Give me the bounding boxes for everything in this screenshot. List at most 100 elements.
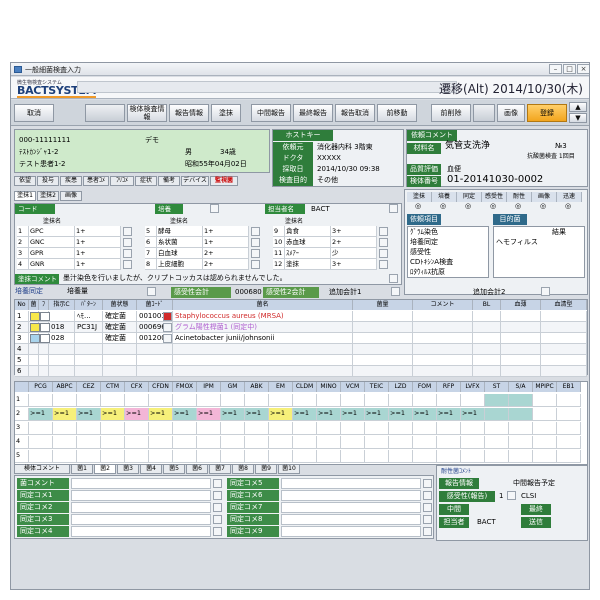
culture-cell[interactable] [473, 322, 501, 333]
smear-lookup-button[interactable] [379, 249, 388, 258]
close-button[interactable]: × [577, 64, 589, 74]
sens-cell[interactable] [245, 436, 269, 449]
code-lookup-button[interactable] [210, 204, 219, 213]
smear-lookup-button[interactable] [251, 260, 260, 269]
tab-free-comment[interactable]: ﾌﾘｺﾒ [110, 176, 134, 186]
sens-cell[interactable] [485, 422, 509, 435]
sens-cell[interactable] [29, 450, 53, 463]
sens-cell[interactable] [365, 436, 389, 449]
culture-cell[interactable] [29, 366, 39, 377]
smear-lookup-button[interactable] [251, 238, 260, 247]
smear-cell-value[interactable]: 少 [331, 248, 377, 259]
sens-cell[interactable] [461, 422, 485, 435]
culture-cell[interactable] [473, 311, 501, 322]
smear-cell-value[interactable]: 3+ [331, 259, 377, 270]
culture-cell[interactable] [49, 355, 75, 366]
culture-cell[interactable] [501, 344, 541, 355]
smear-comment[interactable]: 墨汁染色を行いましたが、クリプトコッカスは認められませんでした。 [63, 274, 287, 283]
sens-cell[interactable]: >=1 [269, 408, 293, 421]
sens-cell[interactable]: >=1 [53, 408, 77, 421]
tab-smear1[interactable]: 塗抹1 [14, 191, 36, 201]
sens-cell[interactable] [533, 408, 557, 421]
bottom-tab[interactable]: 菌7 [209, 464, 231, 474]
image-button[interactable]: 画像 [497, 104, 525, 122]
sens-cell[interactable]: >=1 [77, 408, 101, 421]
sens-cell[interactable] [197, 436, 221, 449]
sens-cell[interactable]: >=1 [221, 408, 245, 421]
culture-cell[interactable] [501, 366, 541, 377]
culture-cell[interactable] [413, 311, 473, 322]
sens-cell[interactable] [29, 422, 53, 435]
culture-cell[interactable] [541, 311, 587, 322]
sens-cell[interactable] [365, 450, 389, 463]
sens-cell[interactable] [557, 394, 581, 407]
sens-cell[interactable] [221, 422, 245, 435]
smear-lookup-button[interactable] [379, 227, 388, 236]
smear-cell-value[interactable]: 3+ [331, 226, 377, 237]
colony-color-swatch[interactable] [40, 334, 50, 343]
sens-cell[interactable] [29, 394, 53, 407]
culture-cell[interactable] [29, 355, 39, 366]
sens-cell[interactable]: >=1 [413, 408, 437, 421]
sens-cell[interactable] [245, 394, 269, 407]
comment-field[interactable] [281, 478, 421, 489]
report-info-button[interactable]: 報告情報 [169, 104, 209, 122]
sens-cell[interactable] [557, 422, 581, 435]
culture-cell[interactable] [541, 333, 587, 344]
sens-cell[interactable] [509, 394, 533, 407]
culture-cell[interactable] [39, 355, 49, 366]
sens-cell[interactable] [485, 394, 509, 407]
culture-cell[interactable] [413, 344, 473, 355]
culture-cell[interactable] [103, 355, 137, 366]
bottom-tab[interactable]: 検体コメント [14, 464, 70, 474]
comment-field[interactable] [281, 490, 421, 501]
sens-cell[interactable] [293, 394, 317, 407]
sens-cell[interactable] [293, 450, 317, 463]
sens-cell[interactable] [485, 436, 509, 449]
comment-field[interactable] [71, 478, 211, 489]
sens-cell[interactable]: >=1 [101, 408, 125, 421]
sens-cell[interactable] [485, 408, 509, 421]
final-report-button[interactable]: 最終報告 [293, 104, 333, 122]
sens-cell[interactable] [413, 436, 437, 449]
cancel-button[interactable]: 取消 [14, 104, 54, 122]
sens-cell[interactable]: >=1 [389, 408, 413, 421]
tab-device[interactable]: デバイス [181, 176, 209, 186]
sens-cell[interactable] [221, 450, 245, 463]
culture-cell[interactable] [49, 311, 75, 322]
sens-cell[interactable] [269, 450, 293, 463]
sens-cell[interactable] [341, 422, 365, 435]
sens-cell[interactable] [461, 436, 485, 449]
sens-cell[interactable] [533, 436, 557, 449]
smear-lookup-button[interactable] [123, 260, 132, 269]
culture-cell[interactable] [39, 344, 49, 355]
culture-cell[interactable] [103, 344, 137, 355]
culture-cell[interactable] [75, 344, 103, 355]
comment-lookup-button[interactable] [213, 479, 222, 488]
smear-cell-value[interactable]: 1+ [75, 259, 121, 270]
sens-cell[interactable]: >=1 [461, 408, 485, 421]
culture-cell[interactable] [473, 333, 501, 344]
sens-cell[interactable] [221, 436, 245, 449]
sens-cell[interactable] [533, 450, 557, 463]
sens-cell[interactable] [53, 422, 77, 435]
sens-cell[interactable]: >=1 [437, 408, 461, 421]
code-lookup-button[interactable] [163, 334, 172, 343]
culture-cell[interactable] [413, 333, 473, 344]
sens-cell[interactable] [293, 422, 317, 435]
sens-cell[interactable] [173, 436, 197, 449]
sens-cell[interactable] [413, 450, 437, 463]
tab-dosing[interactable]: 投与 [37, 176, 59, 186]
comment-field[interactable] [71, 502, 211, 513]
culture-bacteria-name[interactable]: グラム陽性桿菌1 (同定中) [175, 323, 257, 332]
interim-report-button[interactable]: 中間報告 [251, 104, 291, 122]
sens-cell[interactable] [509, 422, 533, 435]
smear-cell-value[interactable]: 1+ [75, 248, 121, 259]
sens-cell[interactable] [269, 394, 293, 407]
sens-cell[interactable] [53, 394, 77, 407]
sens-cell[interactable] [317, 436, 341, 449]
comment-field[interactable] [281, 502, 421, 513]
smear-lookup-button[interactable] [379, 238, 388, 247]
colony-color-swatch[interactable] [30, 312, 40, 321]
colony-color-swatch[interactable] [30, 334, 40, 343]
